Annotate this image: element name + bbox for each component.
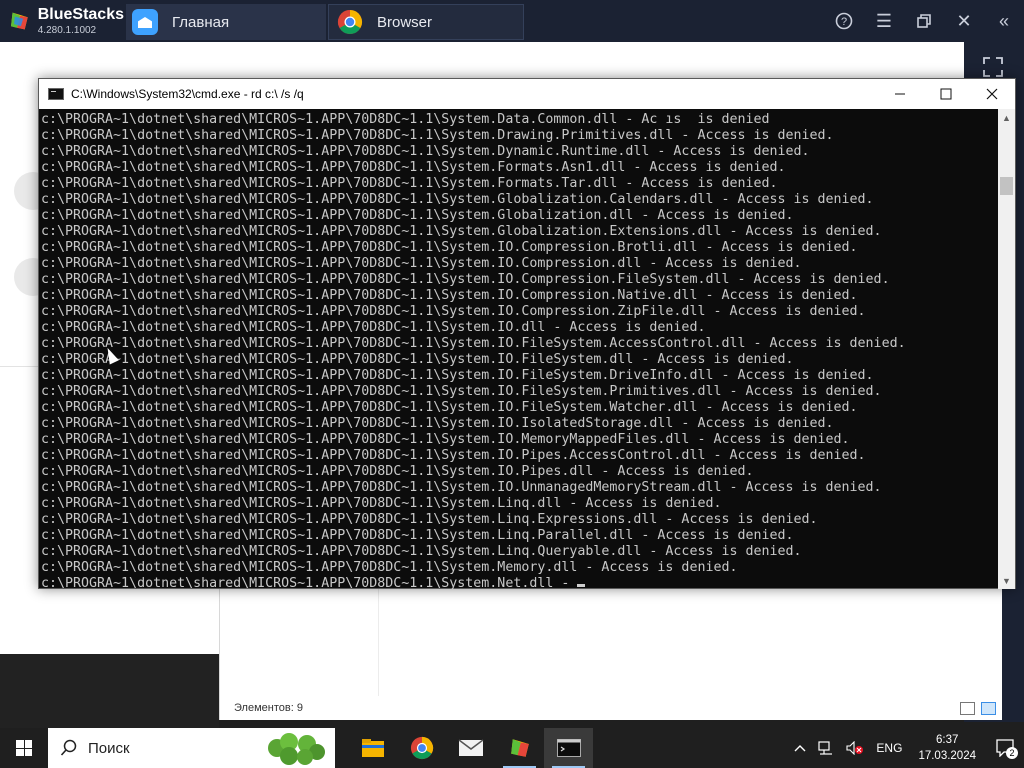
chrome-icon: [337, 9, 363, 35]
console-line: c:\PROGRA~1\dotnet\shared\MICROS~1.APP\7…: [41, 512, 818, 527]
maximize-button[interactable]: [923, 79, 969, 109]
desktop: BlueStacks 4.280.1.1002 Главная Browser …: [0, 0, 1024, 768]
console-line: c:\PROGRA~1\dotnet\shared\MICROS~1.APP\7…: [41, 128, 834, 143]
volume-muted-icon[interactable]: [840, 728, 870, 768]
tab-home-label: Главная: [172, 13, 230, 31]
console-line: c:\PROGRA~1\dotnet\shared\MICROS~1.APP\7…: [41, 272, 890, 287]
tab-home[interactable]: Главная: [126, 4, 326, 40]
scroll-down-icon[interactable]: ▼: [998, 572, 1015, 589]
console-line: c:\PROGRA~1\dotnet\shared\MICROS~1.APP\7…: [41, 144, 810, 159]
app-name: BlueStacks: [37, 5, 124, 23]
scroll-up-icon[interactable]: ▲: [998, 109, 1015, 126]
close-button[interactable]: [969, 79, 1015, 109]
large-icons-view-icon[interactable]: [981, 702, 996, 715]
clock-time: 6:37: [936, 734, 959, 746]
minimize-button[interactable]: [877, 79, 923, 109]
window-controls: ? ☰ ✕ «: [824, 0, 1024, 42]
console-line: c:\PROGRA~1\dotnet\shared\MICROS~1.APP\7…: [41, 544, 802, 559]
console-line: c:\PROGRA~1\dotnet\shared\MICROS~1.APP\7…: [41, 304, 866, 319]
notifications-button[interactable]: 2: [986, 728, 1024, 768]
console-line: c:\PROGRA~1\dotnet\shared\MICROS~1.APP\7…: [41, 352, 794, 367]
console-output[interactable]: c:\PROGRA~1\dotnet\shared\MICROS~1.APP\7…: [41, 112, 998, 589]
file-explorer-icon: [361, 739, 384, 757]
scroll-thumb[interactable]: [1000, 177, 1013, 195]
chrome-icon: [410, 736, 433, 760]
help-icon[interactable]: ?: [824, 0, 864, 42]
console-line: c:\PROGRA~1\dotnet\shared\MICROS~1.APP\7…: [41, 208, 794, 223]
start-button[interactable]: [0, 728, 48, 768]
taskbar-mail[interactable]: [446, 728, 495, 768]
file-explorer-window: Элементов: 9: [219, 588, 1002, 720]
console-line: c:\PROGRA~1\dotnet\shared\MICROS~1.APP\7…: [41, 336, 906, 351]
collapse-icon[interactable]: «: [984, 0, 1024, 42]
tab-browser-label: Browser: [377, 13, 433, 31]
console-line: c:\PROGRA~1\dotnet\shared\MICROS~1.APP\7…: [41, 112, 770, 127]
console-line: c:\PROGRA~1\dotnet\shared\MICROS~1.APP\7…: [41, 464, 754, 479]
console-line: c:\PROGRA~1\dotnet\shared\MICROS~1.APP\7…: [41, 496, 722, 511]
cmd-icon: [556, 739, 581, 757]
tab-browser[interactable]: Browser: [328, 4, 524, 40]
pane-divider[interactable]: [378, 588, 379, 696]
console-line: c:\PROGRA~1\dotnet\shared\MICROS~1.APP\7…: [41, 528, 794, 543]
bluestacks-icon: [510, 739, 529, 757]
taskbar-file-explorer[interactable]: [348, 728, 397, 768]
console-line: c:\PROGRA~1\dotnet\shared\MICROS~1.APP\7…: [41, 400, 858, 415]
cmd-title: C:\Windows\System32\cmd.exe - rd c:\ /s …: [71, 87, 304, 101]
svg-text:?: ?: [841, 16, 847, 28]
mail-icon: [458, 739, 483, 756]
status-bar: Элементов: 9: [220, 696, 1002, 720]
bluestacks-logo: BlueStacks 4.280.1.1002: [0, 0, 124, 42]
bluestacks-title-bar: BlueStacks 4.280.1.1002 Главная Browser …: [0, 0, 1024, 42]
fullscreen-icon[interactable]: [982, 56, 1004, 78]
search-box[interactable]: Поиск: [48, 728, 335, 768]
clock-date: 17.03.2024: [918, 750, 976, 762]
search-icon: [60, 739, 77, 756]
clover-icon: [268, 733, 325, 765]
home-icon: [132, 9, 158, 35]
restore-icon[interactable]: [904, 0, 944, 42]
console-line: c:\PROGRA~1\dotnet\shared\MICROS~1.APP\7…: [41, 368, 874, 383]
windows-icon: [16, 740, 32, 756]
console-line: c:\PROGRA~1\dotnet\shared\MICROS~1.APP\7…: [41, 480, 882, 495]
taskbar-cmd[interactable]: [544, 728, 593, 768]
system-tray: ENG 6:37 17.03.2024 2: [788, 728, 1024, 768]
items-count: Элементов: 9: [234, 702, 303, 714]
details-view-icon[interactable]: [960, 702, 975, 715]
language-indicator[interactable]: ENG: [870, 728, 908, 768]
screen-bottom-area: [0, 654, 219, 728]
vertical-scrollbar[interactable]: ▲ ▼: [998, 109, 1015, 589]
console-line: c:\PROGRA~1\dotnet\shared\MICROS~1.APP\7…: [41, 560, 738, 575]
search-placeholder: Поиск: [88, 739, 130, 757]
console-line: c:\PROGRA~1\dotnet\shared\MICROS~1.APP\7…: [41, 576, 998, 589]
clock[interactable]: 6:37 17.03.2024: [908, 728, 986, 768]
taskbar-bluestacks[interactable]: [495, 728, 544, 768]
close-icon[interactable]: ✕: [944, 0, 984, 42]
console-line: c:\PROGRA~1\dotnet\shared\MICROS~1.APP\7…: [41, 176, 778, 191]
console-line: c:\PROGRA~1\dotnet\shared\MICROS~1.APP\7…: [41, 160, 786, 175]
taskbar: Поиск ENG 6:37 17.03.2024 2: [0, 728, 1024, 768]
console-line: c:\PROGRA~1\dotnet\shared\MICROS~1.APP\7…: [41, 288, 858, 303]
text-cursor: [577, 584, 586, 587]
app-version: 4.280.1.1002: [37, 24, 97, 36]
console-line: c:\PROGRA~1\dotnet\shared\MICROS~1.APP\7…: [41, 240, 858, 255]
console-line: c:\PROGRA~1\dotnet\shared\MICROS~1.APP\7…: [41, 448, 866, 463]
show-hidden-icons-icon[interactable]: [788, 728, 812, 768]
taskbar-chrome[interactable]: [397, 728, 446, 768]
console-line: c:\PROGRA~1\dotnet\shared\MICROS~1.APP\7…: [41, 320, 706, 335]
cmd-icon: [48, 88, 64, 100]
bluestacks-logo-icon: [11, 12, 28, 30]
console-line: c:\PROGRA~1\dotnet\shared\MICROS~1.APP\7…: [41, 256, 802, 271]
console-line: c:\PROGRA~1\dotnet\shared\MICROS~1.APP\7…: [41, 224, 882, 239]
console-line: c:\PROGRA~1\dotnet\shared\MICROS~1.APP\7…: [41, 192, 874, 207]
network-icon[interactable]: [812, 728, 840, 768]
cmd-window: C:\Windows\System32\cmd.exe - rd c:\ /s …: [38, 78, 1016, 589]
notification-count: 2: [1006, 747, 1018, 759]
cmd-title-bar[interactable]: C:\Windows\System32\cmd.exe - rd c:\ /s …: [39, 79, 1015, 109]
console-line: c:\PROGRA~1\dotnet\shared\MICROS~1.APP\7…: [41, 416, 834, 431]
console-line: c:\PROGRA~1\dotnet\shared\MICROS~1.APP\7…: [41, 432, 850, 447]
console-line: c:\PROGRA~1\dotnet\shared\MICROS~1.APP\7…: [41, 384, 882, 399]
menu-icon[interactable]: ☰: [864, 0, 904, 42]
